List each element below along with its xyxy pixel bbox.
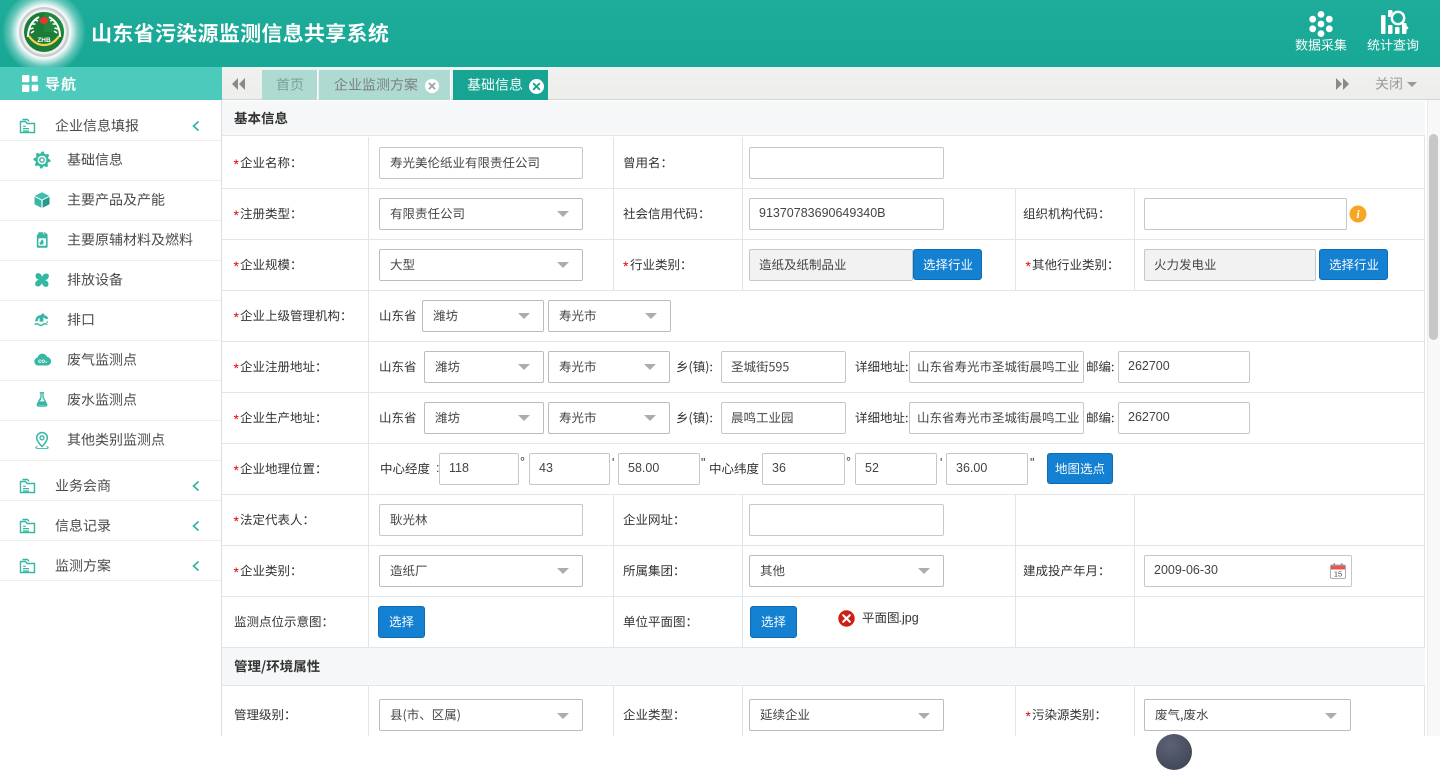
- svg-text:15: 15: [1334, 569, 1342, 578]
- svg-text:ZHB: ZHB: [37, 37, 51, 44]
- svg-text:co: co: [38, 359, 45, 365]
